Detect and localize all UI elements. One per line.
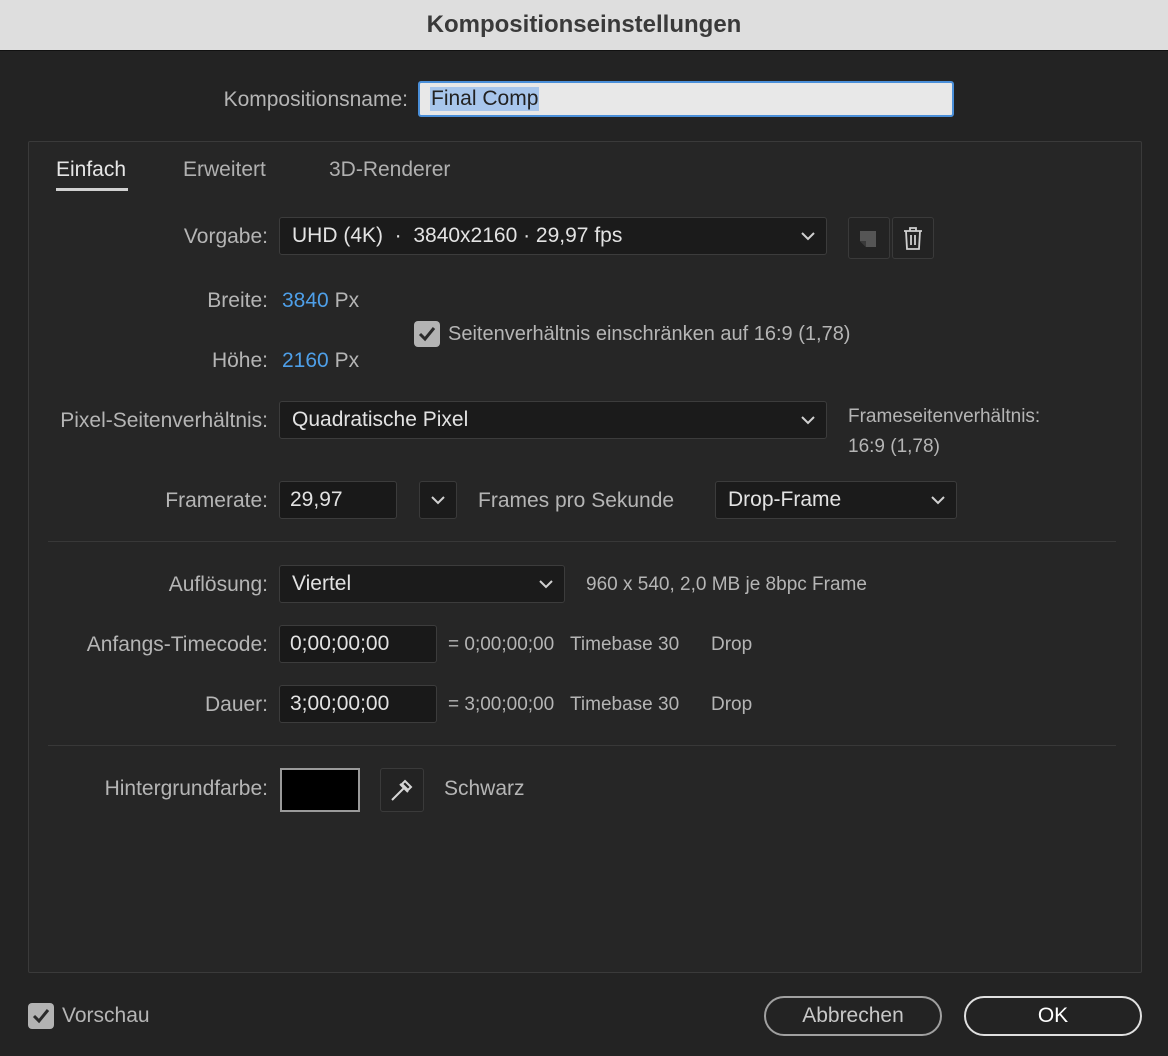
active-tab-indicator xyxy=(56,188,128,191)
start-timecode-input[interactable]: 0;00;00;00 xyxy=(279,625,437,663)
eyedropper-icon xyxy=(391,779,413,801)
delete-preset-button[interactable] xyxy=(892,217,934,259)
duration-drop: Drop xyxy=(711,694,753,715)
pixel-aspect-value: Quadratische Pixel xyxy=(292,408,469,431)
save-preset-button[interactable] xyxy=(848,217,890,259)
tab-3d-renderer[interactable]: 3D-Renderer xyxy=(329,158,450,182)
duration-equals: = 3;00;00;00 xyxy=(448,694,555,715)
preview-checkbox[interactable] xyxy=(28,1003,54,1029)
checkmark-icon xyxy=(32,1009,50,1024)
height-field[interactable]: 2160 Px xyxy=(282,349,359,373)
chevron-down-icon xyxy=(801,416,815,425)
save-preset-icon xyxy=(860,231,876,247)
tab-erweitert[interactable]: Erweitert xyxy=(183,158,266,182)
resolution-value: Viertel xyxy=(292,572,352,595)
resolution-dropdown[interactable]: Viertel xyxy=(279,565,565,603)
tab-einfach[interactable]: Einfach xyxy=(56,158,126,182)
framerate-input[interactable]: 29,97 xyxy=(279,481,397,519)
framerate-dropdown-button[interactable] xyxy=(419,481,457,519)
comp-name-label: Kompositionsname: xyxy=(223,88,408,111)
pixel-aspect-label: Pixel-Seitenverhältnis: xyxy=(60,409,268,432)
comp-name-value: Final Comp xyxy=(430,87,540,111)
resolution-label: Auflösung: xyxy=(168,573,268,596)
trash-icon xyxy=(904,227,922,250)
width-value[interactable]: 3840 xyxy=(282,289,329,312)
chevron-down-icon xyxy=(801,232,815,241)
height-label: Höhe: xyxy=(211,349,268,372)
start-timecode-label: Anfangs-Timecode: xyxy=(86,633,268,656)
dialog-title: Kompositionseinstellungen xyxy=(426,11,742,38)
preset-dropdown[interactable]: UHD (4K) · 3840x2160 · 29,97 fps xyxy=(279,217,827,255)
height-value[interactable]: 2160 xyxy=(282,349,329,372)
chevron-down-icon xyxy=(931,496,945,505)
duration-value: 3;00;00;00 xyxy=(290,692,390,715)
frame-aspect-label: Frameseitenverhältnis: xyxy=(848,406,1041,427)
start-timecode-drop: Drop xyxy=(711,634,753,655)
divider xyxy=(48,745,1116,746)
framerate-value: 29,97 xyxy=(290,488,343,511)
preset-value: UHD (4K) · 3840x2160 · 29,97 fps xyxy=(292,224,623,247)
width-label: Breite: xyxy=(207,289,268,312)
preview-label: Vorschau xyxy=(62,1004,150,1027)
comp-name-input[interactable]: Final Comp xyxy=(418,81,954,117)
duration-input[interactable]: 3;00;00;00 xyxy=(279,685,437,723)
background-color-name: Schwarz xyxy=(444,777,525,800)
settings-panel xyxy=(28,141,1142,973)
width-unit: Px xyxy=(334,289,360,312)
checkmark-icon xyxy=(418,327,436,342)
eyedropper-button[interactable] xyxy=(380,768,424,812)
resolution-info: 960 x 540, 2,0 MB je 8bpc Frame xyxy=(586,574,867,595)
framerate-label: Framerate: xyxy=(165,489,268,512)
start-timecode-value: 0;00;00;00 xyxy=(290,632,390,655)
cancel-button[interactable]: Abbrechen xyxy=(764,996,942,1036)
height-unit: Px xyxy=(334,349,360,372)
width-field[interactable]: 3840 Px xyxy=(282,289,359,313)
drop-frame-dropdown[interactable]: Drop-Frame xyxy=(715,481,957,519)
framerate-unit-label: Frames pro Sekunde xyxy=(478,489,675,512)
pixel-aspect-dropdown[interactable]: Quadratische Pixel xyxy=(279,401,827,439)
background-color-label: Hintergrundfarbe: xyxy=(104,777,268,800)
chevron-down-icon xyxy=(431,496,445,505)
start-timecode-equals: = 0;00;00;00 xyxy=(448,634,555,655)
dialog-titlebar: Kompositionseinstellungen xyxy=(0,0,1168,51)
frame-aspect-value: 16:9 (1,78) xyxy=(848,436,940,457)
start-timecode-timebase: Timebase 30 xyxy=(570,634,680,655)
ok-button[interactable]: OK xyxy=(964,996,1142,1036)
background-color-swatch[interactable] xyxy=(280,768,360,812)
chevron-down-icon xyxy=(539,580,553,589)
drop-frame-value: Drop-Frame xyxy=(728,488,842,511)
divider xyxy=(48,541,1116,542)
aspect-lock-checkbox[interactable] xyxy=(414,321,440,347)
duration-timebase: Timebase 30 xyxy=(570,694,680,715)
duration-label: Dauer: xyxy=(204,693,268,716)
aspect-lock-label: Seitenverhältnis einschränken auf 16:9 (… xyxy=(448,323,851,345)
preset-label: Vorgabe: xyxy=(183,225,268,248)
